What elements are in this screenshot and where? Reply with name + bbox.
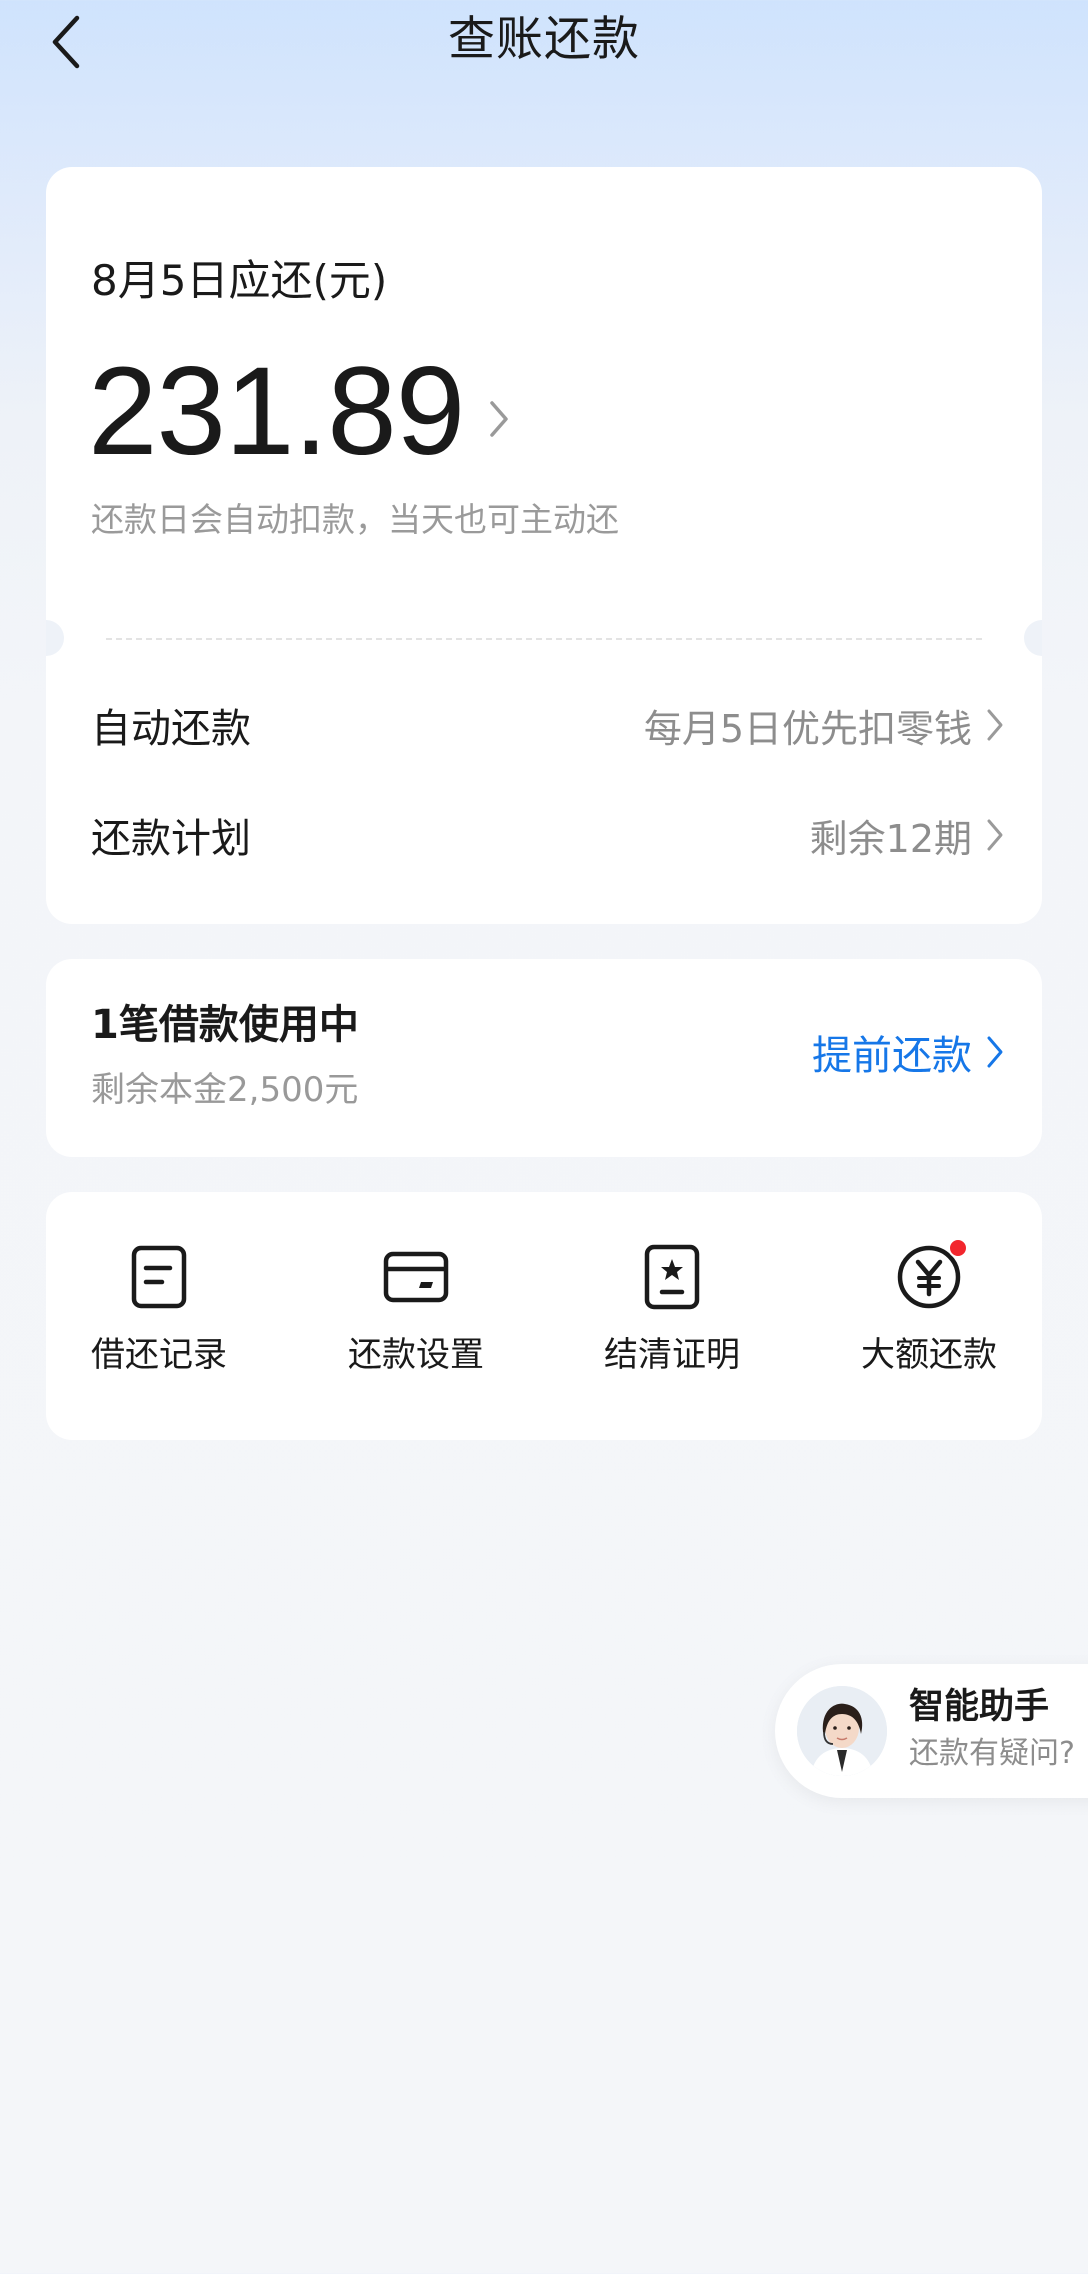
ticket-notch-left xyxy=(46,620,64,656)
yuan-coin-icon-wrap xyxy=(894,1238,968,1312)
tool-borrow-records[interactable]: 借还记录 xyxy=(59,1242,259,1380)
chevron-right-icon xyxy=(987,709,1003,741)
chevron-right-icon xyxy=(987,1036,1003,1068)
ticket-notch-right xyxy=(1024,620,1042,656)
remaining-principal: 剩余本金2,500元 xyxy=(91,1070,359,1110)
record-icon xyxy=(131,1245,187,1309)
page-title: 查账还款 xyxy=(448,12,640,67)
auto-debit-hint: 还款日会自动扣款，当天也可主动还 xyxy=(91,500,619,539)
card-settings-icon xyxy=(383,1251,449,1303)
certificate-icon xyxy=(644,1244,700,1310)
notification-badge xyxy=(948,1238,968,1258)
bill-card: 8月5日应还(元) 231.89 还款日会自动扣款，当天也可主动还 自动还款 每… xyxy=(46,167,1042,924)
amount-due: 231.89 xyxy=(88,342,465,481)
repay-plan-value: 剩余12期 xyxy=(809,816,972,861)
tool-repay-settings[interactable]: 还款设置 xyxy=(316,1242,516,1380)
auto-repay-row[interactable]: 自动还款 每月5日优先扣零钱 xyxy=(91,685,1004,765)
assistant-title: 智能助手 xyxy=(909,1687,1050,1727)
tool-label: 借还记录 xyxy=(91,1335,227,1375)
tool-label: 还款设置 xyxy=(348,1335,484,1375)
tool-large-repayment[interactable]: 大额还款 xyxy=(829,1238,1029,1380)
dashed-divider xyxy=(106,638,982,640)
tools-card: 借还记录 还款设置 结清证明 大额还款 xyxy=(46,1192,1042,1440)
loan-card: 1笔借款使用中 剩余本金2,500元 提前还款 xyxy=(46,959,1042,1157)
prepay-button[interactable]: 提前还款 xyxy=(812,1023,1004,1081)
smart-assistant-button[interactable]: 智能助手 还款有疑问? xyxy=(775,1664,1088,1798)
auto-repay-label: 自动还款 xyxy=(91,706,251,752)
assistant-avatar xyxy=(797,1686,887,1776)
auto-repay-value: 每月5日优先扣零钱 xyxy=(643,706,972,751)
repay-plan-row[interactable]: 还款计划 剩余12期 xyxy=(91,795,1004,875)
chevron-right-icon xyxy=(987,819,1003,851)
tool-settlement-certificate[interactable]: 结清证明 xyxy=(572,1242,772,1380)
top-bar: 查账还款 xyxy=(0,0,1088,90)
assistant-subtitle: 还款有疑问? xyxy=(909,1736,1075,1771)
prepay-label: 提前还款 xyxy=(812,1033,972,1079)
tool-label: 大额还款 xyxy=(861,1335,997,1375)
tool-label: 结清证明 xyxy=(604,1335,740,1375)
loan-count-title: 1笔借款使用中 xyxy=(91,1002,359,1048)
assistant-avatar-icon xyxy=(797,1686,887,1776)
amount-due-link[interactable]: 231.89 xyxy=(88,337,510,487)
chevron-right-icon xyxy=(490,401,509,437)
due-date-label: 8月5日应还(元) xyxy=(91,256,388,305)
repay-plan-label: 还款计划 xyxy=(91,816,251,862)
